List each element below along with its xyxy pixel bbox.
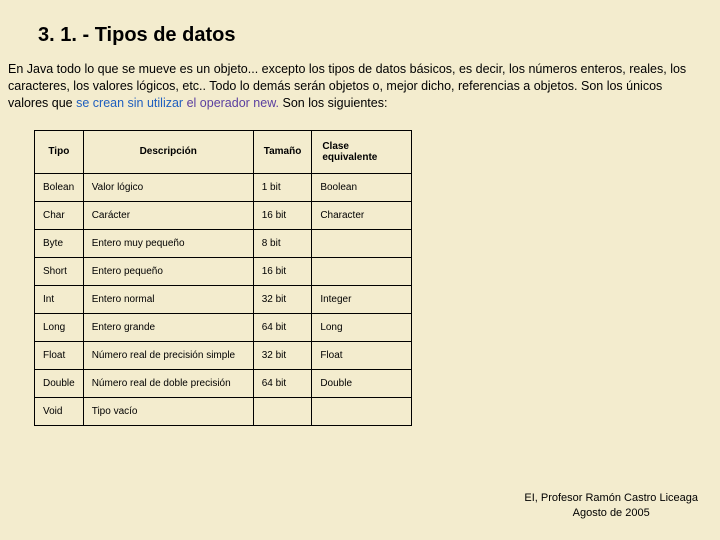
table-row: ShortEntero pequeño16 bit bbox=[35, 257, 412, 285]
cell-desc: Entero pequeño bbox=[83, 257, 253, 285]
header-tam: Tamaño bbox=[253, 130, 312, 173]
intro-paragraph: En Java todo lo que se mueve es un objet… bbox=[0, 57, 720, 112]
footer-line-1: EI, Profesor Ramón Castro Liceaga bbox=[524, 491, 698, 505]
cell-tam: 16 bit bbox=[253, 201, 312, 229]
cell-desc: Número real de doble precisión bbox=[83, 369, 253, 397]
cell-cls bbox=[312, 229, 412, 257]
cell-tipo: Long bbox=[35, 313, 84, 341]
cell-tam: 64 bit bbox=[253, 369, 312, 397]
header-tipo: Tipo bbox=[35, 130, 84, 173]
cell-desc: Entero muy pequeño bbox=[83, 229, 253, 257]
cell-tam: 32 bit bbox=[253, 341, 312, 369]
cell-cls: Boolean bbox=[312, 173, 412, 201]
cell-desc: Carácter bbox=[83, 201, 253, 229]
cell-tam bbox=[253, 397, 312, 425]
cell-tam: 8 bit bbox=[253, 229, 312, 257]
cell-tam: 1 bit bbox=[253, 173, 312, 201]
cell-tipo: Double bbox=[35, 369, 84, 397]
cell-cls: Float bbox=[312, 341, 412, 369]
header-desc: Descripción bbox=[83, 130, 253, 173]
table-header-row: Tipo Descripción Tamaño Clase equivalent… bbox=[35, 130, 412, 173]
cell-cls: Character bbox=[312, 201, 412, 229]
link-operador-new[interactable]: el operador new. bbox=[183, 96, 279, 110]
table-row: ByteEntero muy pequeño8 bit bbox=[35, 229, 412, 257]
page-title: 3. 1. - Tipos de datos bbox=[0, 0, 720, 57]
cell-tam: 16 bit bbox=[253, 257, 312, 285]
footer-line-2: Agosto de 2005 bbox=[524, 506, 698, 520]
cell-cls: Integer bbox=[312, 285, 412, 313]
cell-desc: Tipo vacío bbox=[83, 397, 253, 425]
cell-cls bbox=[312, 257, 412, 285]
table-row: CharCarácter16 bitCharacter bbox=[35, 201, 412, 229]
table-row: IntEntero normal32 bitInteger bbox=[35, 285, 412, 313]
cell-tipo: Short bbox=[35, 257, 84, 285]
table-row: FloatNúmero real de precisión simple32 b… bbox=[35, 341, 412, 369]
cell-tam: 32 bit bbox=[253, 285, 312, 313]
link-se-crean[interactable]: se crean sin utilizar bbox=[76, 96, 183, 110]
cell-tam: 64 bit bbox=[253, 313, 312, 341]
para-text-2: Son los siguientes: bbox=[279, 96, 387, 110]
cell-tipo: Int bbox=[35, 285, 84, 313]
cell-desc: Número real de precisión simple bbox=[83, 341, 253, 369]
cell-tipo: Byte bbox=[35, 229, 84, 257]
table-row: DoubleNúmero real de doble precisión64 b… bbox=[35, 369, 412, 397]
cell-cls: Double bbox=[312, 369, 412, 397]
cell-tipo: Bolean bbox=[35, 173, 84, 201]
table-row: LongEntero grande64 bitLong bbox=[35, 313, 412, 341]
cell-desc: Entero normal bbox=[83, 285, 253, 313]
cell-cls: Long bbox=[312, 313, 412, 341]
table-row: VoidTipo vacío bbox=[35, 397, 412, 425]
cell-tipo: Float bbox=[35, 341, 84, 369]
cell-cls bbox=[312, 397, 412, 425]
header-cls: Clase equivalente bbox=[312, 130, 412, 173]
cell-tipo: Void bbox=[35, 397, 84, 425]
footer: EI, Profesor Ramón Castro Liceaga Agosto… bbox=[524, 491, 698, 520]
cell-desc: Entero grande bbox=[83, 313, 253, 341]
table-row: BoleanValor lógico1 bitBoolean bbox=[35, 173, 412, 201]
cell-tipo: Char bbox=[35, 201, 84, 229]
cell-desc: Valor lógico bbox=[83, 173, 253, 201]
types-table: Tipo Descripción Tamaño Clase equivalent… bbox=[34, 130, 412, 426]
